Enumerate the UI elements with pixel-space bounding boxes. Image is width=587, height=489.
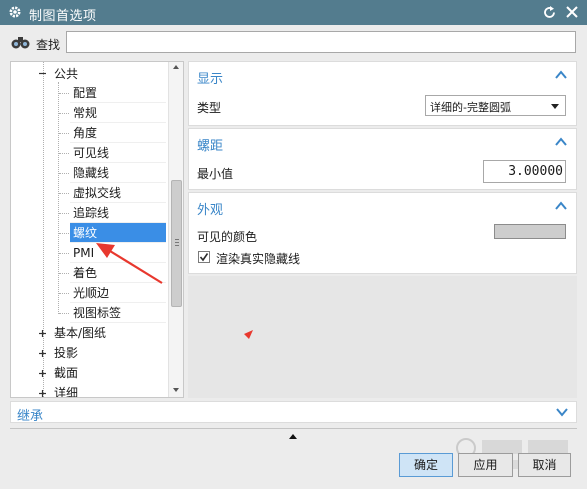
- grip-line: [175, 242, 179, 243]
- ok-button[interactable]: 确定: [399, 453, 453, 477]
- chevron-up-icon[interactable]: [555, 137, 567, 146]
- tree-item-label: 螺纹: [73, 226, 98, 240]
- tree-item-label: 配置: [73, 86, 98, 100]
- expand-icon[interactable]: [38, 329, 47, 338]
- visible-color-label: 可见的颜色: [197, 230, 258, 244]
- expand-icon[interactable]: [38, 349, 47, 358]
- tree-item-thread[interactable]: 螺纹: [70, 223, 166, 243]
- tree-connector: [59, 253, 69, 254]
- min-value-text: 3.00000: [508, 164, 563, 179]
- chevron-up-icon[interactable]: [555, 70, 567, 79]
- visible-color-swatch[interactable]: [494, 224, 566, 239]
- search-row: 查找: [0, 25, 587, 60]
- tree-item-trace-lines[interactable]: 追踪线: [70, 203, 166, 223]
- tree-item-label: 追踪线: [73, 206, 110, 220]
- expand-icon[interactable]: [38, 369, 47, 378]
- tree-node-label: 公共: [54, 67, 79, 81]
- search-input[interactable]: [66, 31, 576, 53]
- binoculars-icon: [11, 37, 30, 49]
- tree-node-common[interactable]: 公共: [38, 64, 168, 84]
- display-section: 显示 类型 详细的-完整圆弧: [188, 61, 577, 126]
- tree-item-view-labels[interactable]: 视图标签: [70, 303, 166, 323]
- gear-icon[interactable]: [7, 4, 23, 20]
- scroll-down-icon[interactable]: [173, 388, 179, 392]
- scroll-up-icon[interactable]: [173, 65, 179, 69]
- tree-node-detail[interactable]: 详细: [38, 383, 168, 398]
- tree-item-hidden-lines[interactable]: 隐藏线: [70, 163, 166, 183]
- tree-connector: [59, 273, 69, 274]
- tree-node-label: 投影: [54, 346, 79, 360]
- tree-item-label: 着色: [73, 266, 98, 280]
- grip-line: [175, 245, 179, 246]
- tree-item-label: 虚拟交线: [73, 186, 122, 200]
- chevron-up-icon[interactable]: [555, 201, 567, 210]
- tree-connector: [59, 113, 69, 114]
- appearance-section: 外观 可见的颜色 渲染真实隐藏线: [188, 192, 577, 274]
- apply-button[interactable]: 应用: [458, 453, 513, 477]
- checkmark-icon: [199, 253, 209, 262]
- preference-tree: 公共 配置 常规 角度 可见线 隐藏线 虚拟交线 追踪线 螺纹 PMI 着色 光…: [10, 61, 184, 398]
- type-dropdown-value: 详细的-完整圆弧: [430, 101, 511, 114]
- grip-line: [175, 239, 179, 240]
- tree-item-pmi[interactable]: PMI: [70, 243, 166, 263]
- min-value-field[interactable]: 3.00000: [483, 160, 566, 183]
- tree-item-label: PMI: [73, 246, 95, 260]
- tree-item-general[interactable]: 常规: [70, 103, 166, 123]
- tree-node-projection[interactable]: 投影: [38, 343, 168, 363]
- tree-item-angle[interactable]: 角度: [70, 123, 166, 143]
- render-hidden-label: 渲染真实隐藏线: [216, 252, 301, 266]
- tree-item-smooth-edges[interactable]: 光顺边: [70, 283, 166, 303]
- tree-connector: [59, 293, 69, 294]
- tree-node-label: 截面: [54, 366, 79, 380]
- section-title-pitch[interactable]: 螺距: [197, 135, 223, 154]
- inherit-label: 继承: [17, 409, 44, 424]
- reset-icon[interactable]: [542, 5, 557, 20]
- type-dropdown[interactable]: 详细的-完整圆弧: [425, 95, 566, 116]
- tree-item-label: 视图标签: [73, 306, 122, 320]
- tree-item-shading[interactable]: 着色: [70, 263, 166, 283]
- expand-icon[interactable]: [38, 389, 47, 398]
- pitch-section: 螺距 最小值 3.00000: [188, 128, 577, 190]
- collapse-icon[interactable]: [38, 69, 47, 78]
- red-triangle-marker: [244, 330, 253, 339]
- tree-connector: [59, 173, 69, 174]
- tree-item-config[interactable]: 配置: [70, 83, 166, 103]
- tree-connector: [59, 93, 69, 94]
- tree-node-label: 基本/图纸: [54, 326, 107, 340]
- min-value-label: 最小值: [197, 167, 234, 181]
- inherit-section[interactable]: 继承: [10, 401, 577, 424]
- tree-node-basic-drawing[interactable]: 基本/图纸: [38, 323, 168, 343]
- chevron-down-icon[interactable]: [556, 408, 568, 417]
- tree-item-label: 可见线: [73, 146, 110, 160]
- type-label: 类型: [197, 101, 222, 115]
- dropdown-arrow-icon: [551, 104, 559, 109]
- tree-item-virtual-intersection[interactable]: 虚拟交线: [70, 183, 166, 203]
- tree-item-visible-lines[interactable]: 可见线: [70, 143, 166, 163]
- tree-item-label: 角度: [73, 126, 98, 140]
- tree-connector: [59, 133, 69, 134]
- tree-item-label: 隐藏线: [73, 166, 110, 180]
- title-bar: 制图首选项: [0, 0, 587, 25]
- tree-connector: [59, 153, 69, 154]
- tree-node-label: 详细: [54, 386, 79, 398]
- render-hidden-checkbox[interactable]: [198, 251, 210, 263]
- divider: [10, 428, 577, 429]
- scroll-thumb[interactable]: [171, 180, 182, 307]
- tree-node-section[interactable]: 截面: [38, 363, 168, 383]
- window-title: 制图首选项: [29, 9, 97, 24]
- close-icon[interactable]: [565, 5, 579, 19]
- cancel-button[interactable]: 取消: [518, 453, 571, 477]
- tree-guide-line: [58, 82, 59, 314]
- tree-connector: [59, 213, 69, 214]
- tree-connector: [59, 313, 69, 314]
- tree-scrollbar[interactable]: [168, 62, 183, 397]
- tree-item-label: 常规: [73, 106, 98, 120]
- section-title-appearance[interactable]: 外观: [197, 199, 223, 218]
- tree-connector: [59, 193, 69, 194]
- tree-connector: [59, 233, 69, 234]
- section-title-display[interactable]: 显示: [197, 68, 223, 87]
- collapse-up-icon[interactable]: [289, 434, 297, 439]
- tree-item-label: 光顺边: [73, 286, 110, 300]
- search-label: 查找: [36, 38, 61, 52]
